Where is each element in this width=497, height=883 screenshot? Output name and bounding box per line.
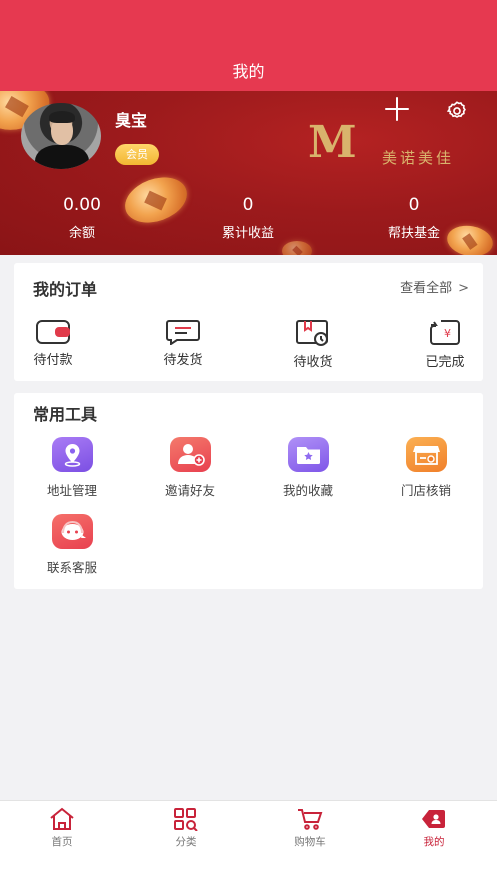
stat-label: 累计收益 — [221, 226, 274, 241]
order-label: 已完成 — [425, 355, 465, 370]
coin-decoration — [282, 241, 312, 255]
avatar[interactable] — [21, 103, 101, 169]
order-completed[interactable]: ¥ 已完成 — [410, 319, 480, 370]
tool-label: 地址管理 — [46, 483, 97, 498]
tab-category[interactable]: 分类 — [146, 807, 226, 849]
order-pending-payment[interactable]: 待付款 — [18, 319, 88, 368]
sparkle-decoration — [385, 97, 409, 121]
profile-banner: 臭宝 会员 M 美诺美佳 0.00 余额 0 累计收益 0 帮扶基金 — [0, 91, 497, 255]
tab-home[interactable]: 首页 — [22, 807, 102, 849]
tab-label: 分类 — [175, 836, 197, 848]
stat-assistance-fund[interactable]: 0 帮扶基金 — [354, 195, 474, 241]
app-header: 我的 — [0, 0, 497, 91]
profile-tag-icon — [422, 810, 445, 828]
order-label: 待付款 — [33, 353, 73, 368]
view-all-orders-link[interactable]: 查看全部 > — [400, 277, 469, 296]
tool-address-management[interactable]: 地址管理 — [27, 437, 117, 499]
page-title: 我的 — [232, 62, 265, 81]
tab-label: 首页 — [51, 836, 73, 848]
home-icon — [50, 807, 74, 830]
settings-gear-icon[interactable] — [446, 100, 468, 122]
location-icon — [51, 437, 93, 472]
order-label: 待发货 — [163, 353, 203, 368]
bottom-tab-bar: 首页 分类 购物车 我的 — [0, 800, 497, 883]
order-pending-receipt[interactable]: 待收货 — [278, 319, 348, 370]
orders-title: 我的订单 — [33, 280, 98, 299]
brand-name: 美诺美佳 — [382, 149, 455, 167]
member-badge: 会员 — [115, 144, 159, 165]
store-icon — [405, 437, 447, 472]
stat-value: 0 — [242, 195, 254, 215]
tab-label: 我的 — [423, 836, 445, 848]
message-box-icon — [166, 320, 200, 345]
user-name: 臭宝 — [115, 111, 148, 130]
tool-invite-friends[interactable]: 邀请好友 — [145, 437, 235, 499]
tab-label: 购物车 — [294, 836, 326, 848]
chevron-right-icon: > — [458, 281, 469, 296]
tab-mine[interactable]: 我的 — [394, 807, 474, 849]
stat-total-earnings[interactable]: 0 累计收益 — [188, 195, 308, 241]
stat-balance[interactable]: 0.00 余额 — [22, 195, 142, 241]
customer-service-icon — [51, 514, 93, 549]
brand-letter: M — [308, 117, 357, 168]
tool-label: 联系客服 — [46, 560, 97, 575]
svg-text:¥: ¥ — [444, 327, 451, 340]
tool-label: 门店核销 — [400, 483, 451, 498]
tool-store-verification[interactable]: 门店核销 — [381, 437, 471, 499]
star-folder-icon — [287, 437, 329, 472]
category-icon — [174, 808, 198, 831]
tools-card: 常用工具 地址管理 邀请好友 我的收藏 门店核销 联系客服 — [14, 393, 483, 589]
stat-value: 0 — [408, 195, 420, 215]
orders-card: 我的订单 查看全部 > 待付款 待发货 待收货 ¥ 已完成 — [14, 263, 483, 381]
order-label: 待收货 — [293, 355, 333, 370]
view-all-label: 查看全部 — [400, 281, 453, 296]
tool-label: 我的收藏 — [282, 483, 333, 498]
cart-icon — [298, 809, 323, 830]
refund-yen-icon: ¥ — [430, 320, 460, 345]
package-clock-icon — [296, 320, 328, 346]
wallet-icon — [36, 320, 70, 344]
tool-my-favorites[interactable]: 我的收藏 — [263, 437, 353, 499]
stat-label: 帮扶基金 — [387, 226, 440, 241]
stat-value: 0.00 — [63, 195, 101, 215]
tab-cart[interactable]: 购物车 — [270, 807, 350, 849]
tools-title: 常用工具 — [33, 405, 98, 424]
tool-label: 邀请好友 — [164, 483, 215, 498]
tool-customer-service[interactable]: 联系客服 — [27, 514, 117, 576]
order-pending-shipment[interactable]: 待发货 — [148, 319, 218, 368]
add-friend-icon — [169, 437, 211, 472]
stat-label: 余额 — [68, 226, 95, 241]
